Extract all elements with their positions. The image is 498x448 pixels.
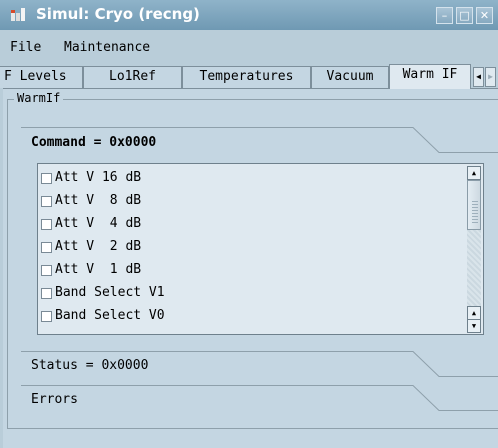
tab-lo1ref[interactable]: Lo1Ref xyxy=(83,66,182,88)
menu-file[interactable]: File xyxy=(10,40,41,55)
errors-label: Errors xyxy=(31,392,78,407)
tab-temperatures[interactable]: Temperatures xyxy=(182,66,311,88)
tab-scroll-right-button[interactable]: ▶ xyxy=(485,67,496,87)
arrow-down-icon: ▼ xyxy=(471,322,477,330)
scroll-up-button-lower[interactable]: ▲ xyxy=(467,306,481,320)
checkbox-box[interactable] xyxy=(41,288,52,299)
tab-levels[interactable]: F Levels xyxy=(0,66,83,88)
minimize-button[interactable]: – xyxy=(436,7,453,24)
group-title: WarmIf xyxy=(14,91,64,105)
app-window: Simul: Cryo (recng) – □ ✕ File Maintenan… xyxy=(0,0,498,448)
arrow-up-icon: ▲ xyxy=(471,169,477,177)
status-header[interactable]: Status = 0x0000 xyxy=(21,351,498,377)
app-icon xyxy=(11,8,25,21)
arrow-up-icon: ▲ xyxy=(471,309,477,317)
command-label: Command = 0x0000 xyxy=(31,135,157,150)
status-label: Status = 0x0000 xyxy=(31,358,149,373)
left-arrow-icon: ◀ xyxy=(476,72,481,81)
title-bar[interactable]: Simul: Cryo (recng) – □ ✕ xyxy=(0,0,498,30)
tab-scroll-left-button[interactable]: ◀ xyxy=(473,67,484,87)
checkbox-list[interactable]: Att V 16 dB Att V 8 dB Att V 4 dB Att V … xyxy=(37,163,484,335)
close-icon: ✕ xyxy=(479,9,490,22)
checkbox-box[interactable] xyxy=(41,173,52,184)
errors-header-border xyxy=(21,385,498,411)
maximize-icon: □ xyxy=(459,9,470,22)
scroll-down-button[interactable]: ▼ xyxy=(467,319,481,333)
checkbox-box[interactable] xyxy=(41,311,52,322)
checkbox-box[interactable] xyxy=(41,196,52,207)
errors-header[interactable]: Errors xyxy=(21,385,498,411)
tab-vacuum[interactable]: Vacuum xyxy=(311,66,389,88)
list-scrollbar[interactable]: ▲ ▲ ▼ xyxy=(467,166,481,333)
scroll-track[interactable] xyxy=(467,230,481,318)
checkbox-box[interactable] xyxy=(41,265,52,276)
right-arrow-icon: ▶ xyxy=(488,72,493,81)
command-header[interactable]: Command = 0x0000 xyxy=(21,127,498,153)
checkbox-box[interactable] xyxy=(41,242,52,253)
minimize-icon: – xyxy=(441,9,448,22)
tab-bar: F Levels Lo1Ref Temperatures Vacuum Warm… xyxy=(0,64,498,89)
scroll-thumb[interactable] xyxy=(467,180,481,230)
tab-warm-if[interactable]: Warm IF xyxy=(389,64,471,89)
close-button[interactable]: ✕ xyxy=(476,7,493,24)
scroll-up-button[interactable]: ▲ xyxy=(467,166,481,180)
menu-bar: File Maintenance xyxy=(0,30,498,60)
grip-icon xyxy=(472,201,478,223)
maximize-button[interactable]: □ xyxy=(456,7,473,24)
menu-maintenance[interactable]: Maintenance xyxy=(64,40,150,55)
checkbox-box[interactable] xyxy=(41,219,52,230)
window-title: Simul: Cryo (recng) xyxy=(36,5,200,23)
